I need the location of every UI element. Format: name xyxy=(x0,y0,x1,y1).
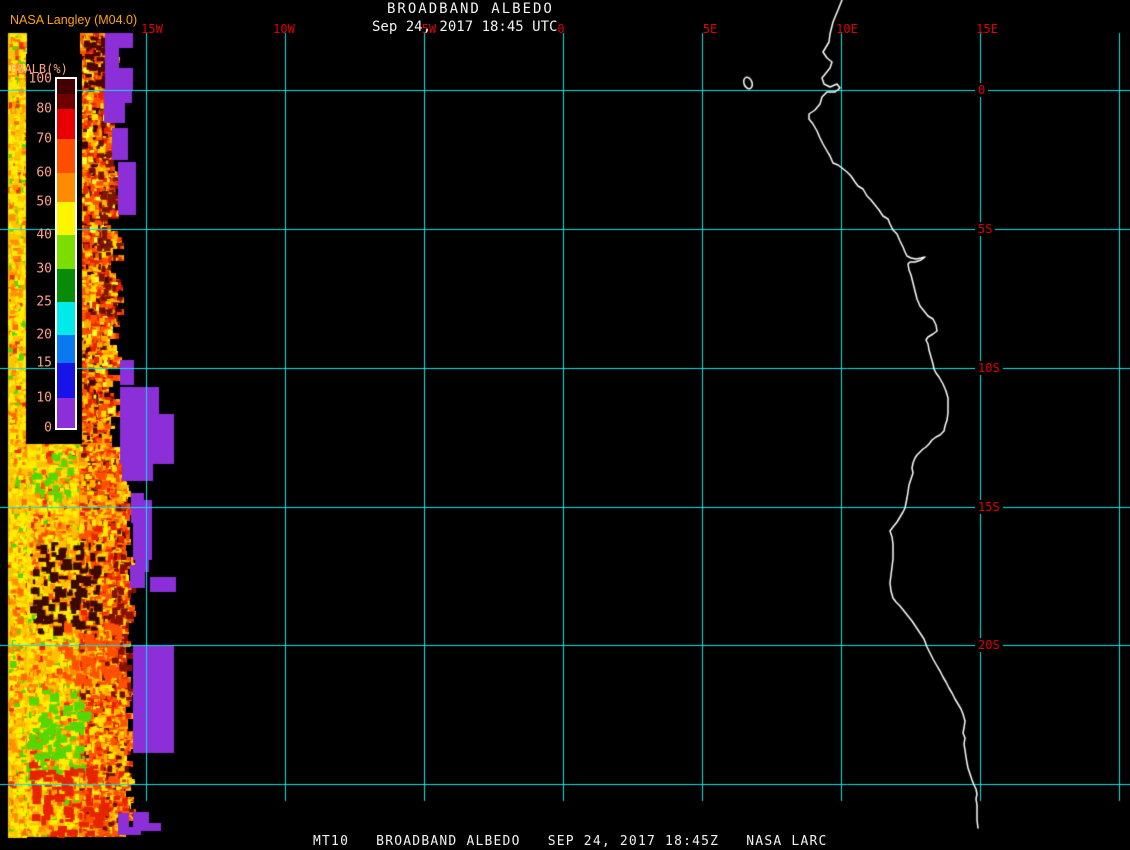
lat-label-20S: 20S xyxy=(975,638,1003,652)
page-title: BROADBAND ALBEDO xyxy=(387,1,554,17)
colorbar-tick-100: 100 xyxy=(28,71,52,87)
colorbar-tick-70: 70 xyxy=(36,131,52,147)
lon-label-10W: 10W xyxy=(273,22,295,36)
colorbar-tick-50: 50 xyxy=(36,194,52,210)
colorbar-tick-10: 10 xyxy=(36,390,52,406)
lon-label-15W: 15W xyxy=(141,22,163,36)
colorbar-segment-8 xyxy=(57,302,75,335)
colorbar-tick-80: 80 xyxy=(36,101,52,117)
colorbar-segment-4 xyxy=(57,173,75,202)
lon-label-10E: 10E xyxy=(836,22,858,36)
agency-label: NASA Langley (M04.0) xyxy=(10,13,138,27)
colorbar-tick-60: 60 xyxy=(36,165,52,181)
colorbar-tick-15: 15 xyxy=(36,355,52,371)
colorbar-segment-5 xyxy=(57,202,75,235)
timestamp-label: Sep 24, 2017 18:45 UTC xyxy=(372,19,558,35)
lat-label-15S: 15S xyxy=(975,500,1003,514)
colorbar-tick-40: 40 xyxy=(36,227,52,243)
colorbar-segment-7 xyxy=(57,269,75,302)
colorbar-segment-11 xyxy=(57,398,75,428)
lat-label-5S: 5S xyxy=(975,222,996,236)
colorbar-segment-2 xyxy=(57,109,75,139)
colorbar-segment-6 xyxy=(57,235,75,269)
lon-label-0: 0 xyxy=(557,22,565,36)
albedo-map-canvas xyxy=(0,0,1130,850)
lat-label-10S: 10S xyxy=(975,361,1003,375)
colorbar-segment-3 xyxy=(57,139,75,173)
lon-label-5E: 5E xyxy=(702,22,718,36)
albedo-product-view: NASA Langley (M04.0) BROADBAND ALBEDO Se… xyxy=(0,0,1130,850)
colorbar-segment-10 xyxy=(57,363,75,398)
lon-label-15E: 15E xyxy=(976,22,998,36)
colorbar-tick-20: 20 xyxy=(36,327,52,343)
colorbar-segment-0 xyxy=(57,79,75,94)
colorbar-segment-9 xyxy=(57,335,75,363)
colorbar-tick-25: 25 xyxy=(36,294,52,310)
footer-caption: MT10 BROADBAND ALBEDO SEP 24, 2017 18:45… xyxy=(313,834,828,849)
colorbar-segment-1 xyxy=(57,94,75,109)
colorbar-tick-0: 0 xyxy=(44,420,52,436)
colorbar-tick-30: 30 xyxy=(36,261,52,277)
lat-label-0: 0 xyxy=(975,83,989,97)
